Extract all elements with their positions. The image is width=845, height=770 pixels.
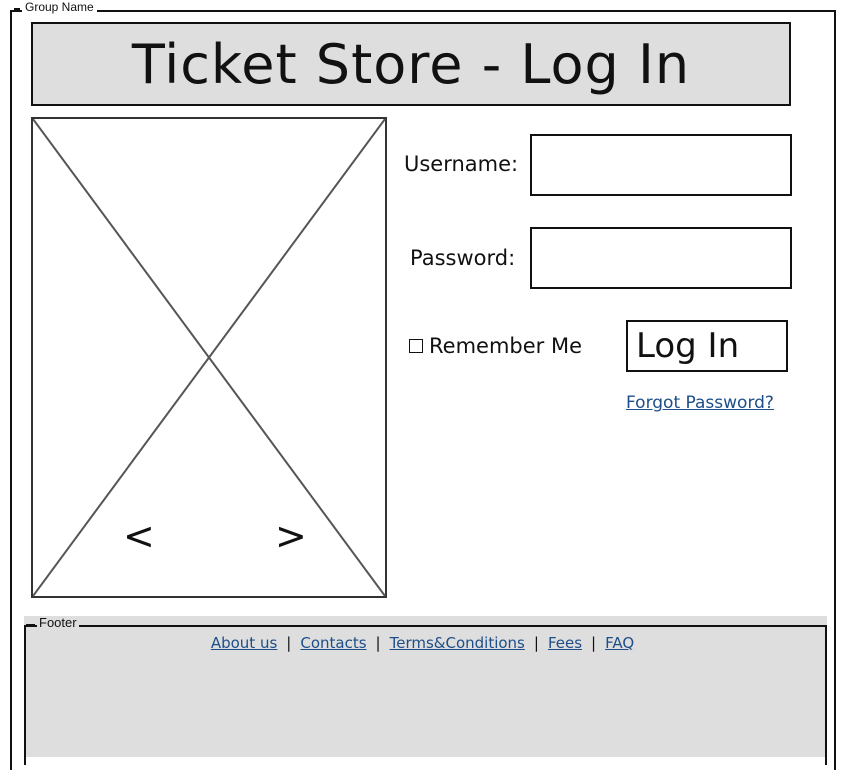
checkbox-box[interactable] xyxy=(409,339,423,353)
login-button[interactable]: Log In xyxy=(626,320,788,372)
chevron-right-icon[interactable]: > xyxy=(275,517,307,555)
footer-separator: | xyxy=(591,634,597,652)
footer-label: Footer xyxy=(26,615,79,630)
remember-me-checkbox[interactable]: Remember Me xyxy=(409,334,582,358)
footer-link-terms[interactable]: Terms&Conditions xyxy=(390,634,525,652)
forgot-password-link[interactable]: Forgot Password? xyxy=(626,393,774,413)
footer-links: About us | Contacts | Terms&Conditions | Fees |… xyxy=(0,634,845,652)
image-placeholder-cross xyxy=(33,119,386,597)
footer-separator: | xyxy=(533,634,539,652)
footer-link-about[interactable]: About us xyxy=(211,634,277,652)
password-label: Password: xyxy=(410,246,516,270)
username-label: Username: xyxy=(404,152,519,176)
footer-link-fees[interactable]: Fees xyxy=(548,634,582,652)
page-title: Ticket Store - Log In xyxy=(131,32,691,96)
username-input[interactable] xyxy=(530,134,792,196)
title-bar: Ticket Store - Log In xyxy=(31,22,791,106)
remember-me-label: Remember Me xyxy=(429,334,582,358)
password-input[interactable] xyxy=(530,227,792,289)
footer-link-faq[interactable]: FAQ xyxy=(605,634,634,652)
group-label: Group Name xyxy=(14,0,97,14)
footer-link-contacts[interactable]: Contacts xyxy=(300,634,366,652)
chevron-left-icon[interactable]: < xyxy=(123,517,155,555)
footer-separator: | xyxy=(286,634,292,652)
image-placeholder: < > xyxy=(31,117,387,598)
footer-separator: | xyxy=(375,634,381,652)
